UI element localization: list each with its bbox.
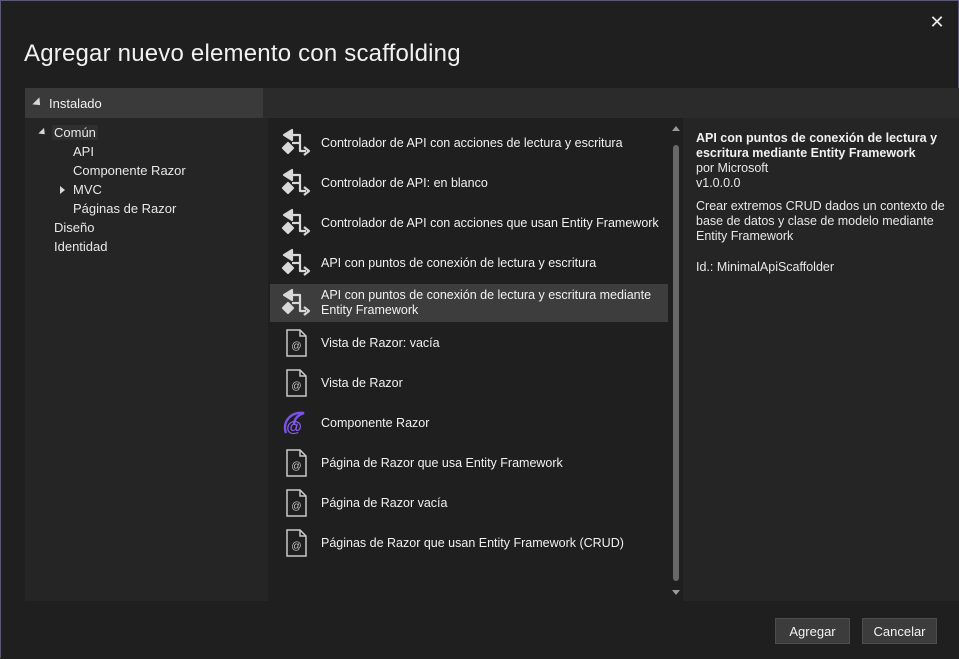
api-controller-icon [280, 167, 312, 199]
template-item[interactable]: @ Página de Razor vacía [270, 484, 668, 522]
template-item[interactable]: @ Página de Razor que usa Entity Framewor… [270, 444, 668, 482]
category-tree: Común API Componente Razor MVC Páginas d… [25, 118, 268, 601]
api-controller-icon [280, 247, 312, 279]
svg-text:@: @ [291, 461, 301, 472]
template-label: Página de Razor que usa Entity Framework [321, 455, 563, 470]
expand-triangle-icon[interactable] [32, 97, 44, 109]
svg-text:@: @ [291, 501, 301, 512]
razor-file-icon: @ [280, 447, 312, 479]
api-controller-icon [280, 207, 312, 239]
razor-file-icon: @ [280, 327, 312, 359]
vertical-scrollbar[interactable] [669, 123, 683, 599]
svg-text:@: @ [286, 419, 302, 436]
template-item[interactable]: API con puntos de conexión de lectura y … [270, 284, 668, 322]
tree-item-paginas-razor[interactable]: Páginas de Razor [73, 201, 176, 216]
blazor-component-icon: @ [280, 407, 312, 439]
template-item[interactable]: @ Vista de Razor [270, 364, 668, 402]
add-button[interactable]: Agregar [775, 618, 850, 644]
scroll-down-icon[interactable] [672, 590, 680, 595]
razor-file-icon: @ [280, 527, 312, 559]
template-item[interactable]: Controlador de API con acciones que usan… [270, 204, 668, 242]
details-description: Crear extremos CRUD dados un contexto de… [696, 199, 945, 243]
template-label: Controlador de API con acciones de lectu… [321, 135, 623, 150]
svg-text:@: @ [291, 541, 301, 552]
template-label: Vista de Razor: vacía [321, 335, 440, 350]
template-item[interactable]: Controlador de API con acciones de lectu… [270, 124, 668, 162]
template-list: Controlador de API con acciones de lectu… [268, 118, 683, 601]
template-item[interactable]: Controlador de API: en blanco [270, 164, 668, 202]
tree-item-diseno[interactable]: Diseño [54, 220, 94, 235]
scroll-thumb[interactable] [673, 145, 679, 581]
template-label: API con puntos de conexión de lectura y … [321, 255, 597, 270]
razor-file-icon: @ [280, 367, 312, 399]
template-label: Controlador de API con acciones que usan… [321, 215, 659, 230]
api-controller-icon [280, 127, 312, 159]
template-item[interactable]: @ Páginas de Razor que usan Entity Framew… [270, 524, 668, 562]
add-scaffold-dialog: Agregar nuevo elemento con scaffolding ✕… [0, 0, 959, 659]
tree-item-componente-razor[interactable]: Componente Razor [73, 163, 186, 178]
details-title: API con puntos de conexión de lectura y … [696, 131, 938, 160]
template-item[interactable]: API con puntos de conexión de lectura y … [270, 244, 668, 282]
template-label: API con puntos de conexión de lectura y … [321, 288, 652, 317]
tree-item-api[interactable]: API [73, 144, 94, 159]
template-label: Vista de Razor [321, 375, 403, 390]
template-item[interactable]: @ Componente Razor [270, 404, 668, 442]
scroll-up-icon[interactable] [672, 126, 680, 131]
template-item[interactable]: @ Vista de Razor: vacía [270, 324, 668, 362]
razor-file-icon: @ [280, 487, 312, 519]
dialog-title: Agregar nuevo elemento con scaffolding [24, 40, 461, 67]
installed-node[interactable]: Instalado [25, 88, 263, 118]
details-author: por Microsoft [696, 161, 769, 175]
tree-item-comun[interactable]: Común [52, 125, 98, 140]
cancel-button[interactable]: Cancelar [862, 618, 937, 644]
close-icon[interactable]: ✕ [926, 11, 948, 33]
collapse-triangle-icon[interactable] [60, 186, 65, 194]
svg-text:@: @ [291, 381, 301, 392]
template-label: Componente Razor [321, 415, 430, 430]
template-label: Controlador de API: en blanco [321, 175, 488, 190]
expand-triangle-icon[interactable] [38, 127, 48, 138]
template-label: Páginas de Razor que usan Entity Framewo… [321, 535, 624, 550]
svg-text:@: @ [291, 341, 301, 352]
details-id: Id.: MinimalApiScaffolder [696, 260, 835, 274]
details-panel: API con puntos de conexión de lectura y … [683, 118, 959, 601]
api-controller-icon [280, 287, 312, 319]
details-version: v1.0.0.0 [696, 176, 741, 190]
installed-label: Instalado [49, 95, 102, 111]
tree-item-identidad[interactable]: Identidad [54, 239, 108, 254]
tree-item-mvc[interactable]: MVC [73, 182, 102, 197]
template-label: Página de Razor vacía [321, 495, 448, 510]
